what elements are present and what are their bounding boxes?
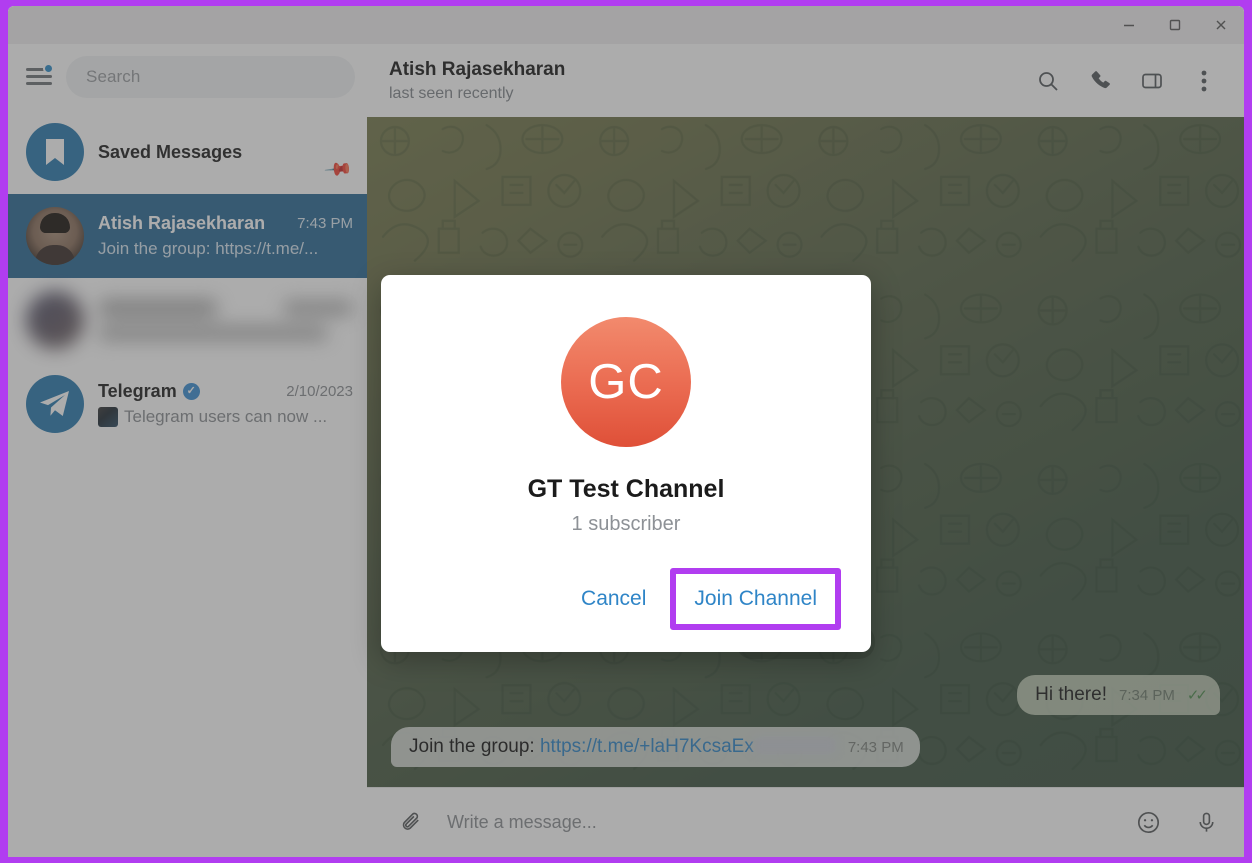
join-channel-dialog: GC GT Test Channel 1 subscriber Cancel J… — [381, 275, 871, 652]
dialog-title: GT Test Channel — [527, 475, 725, 503]
channel-avatar: GC — [561, 317, 691, 447]
join-channel-highlight: Join Channel — [670, 568, 841, 630]
telegram-window: Search Saved Messages 📌 Atish Rajasekhar… — [8, 6, 1244, 857]
dialog-subtitle: 1 subscriber — [571, 513, 681, 535]
cancel-button[interactable]: Cancel — [563, 575, 664, 623]
highlight-frame: Search Saved Messages 📌 Atish Rajasekhar… — [0, 0, 1252, 863]
join-channel-button[interactable]: Join Channel — [678, 576, 833, 622]
